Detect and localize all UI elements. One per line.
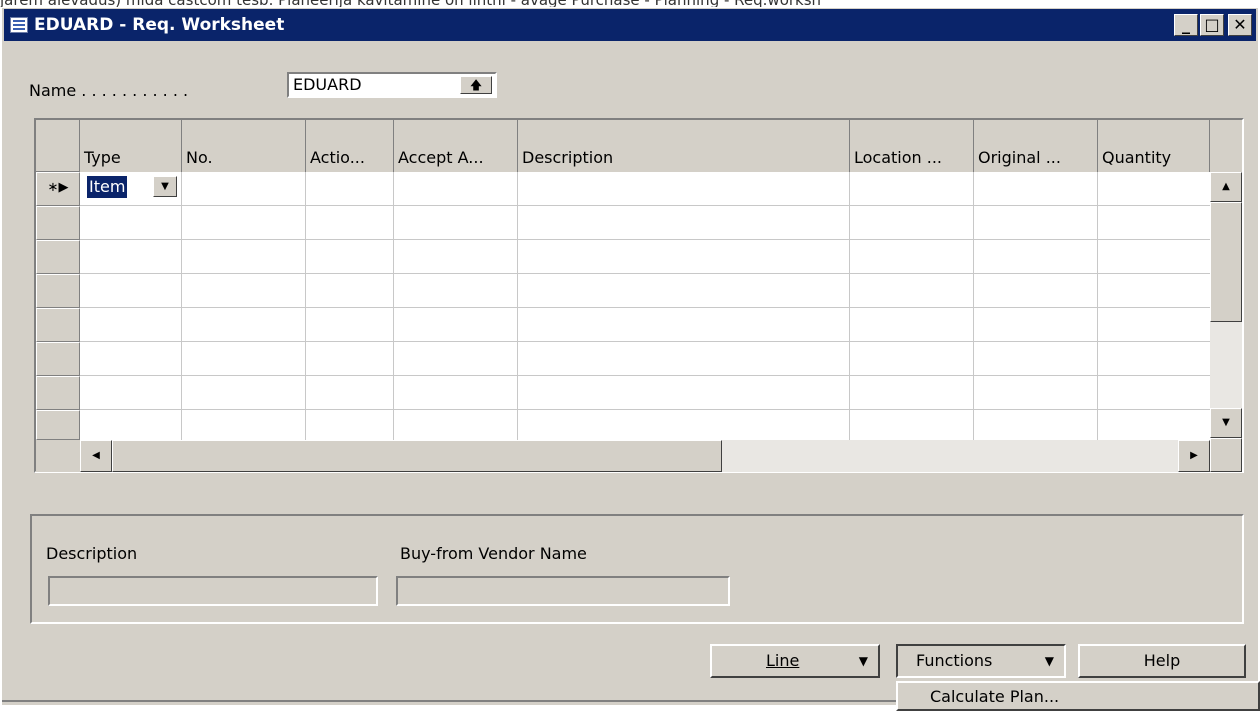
column-header-accept[interactable]: Accept A...	[394, 120, 518, 172]
window-controls: _ □ ✕	[1174, 14, 1252, 36]
worksheet-grid: Type No. Actio... Accept A... Descriptio…	[34, 118, 1244, 473]
column-header-description[interactable]: Description	[518, 120, 850, 172]
name-label: Name . . . . . . . . . . .	[29, 81, 189, 100]
horizontal-scrollbar[interactable]: ◀ ▶	[80, 440, 1210, 472]
status-divider	[2, 700, 898, 702]
column-header-location[interactable]: Location ...	[850, 120, 974, 172]
header-filler	[1210, 120, 1242, 172]
col-sep	[849, 172, 850, 440]
scroll-corner	[1210, 438, 1242, 472]
row-selector[interactable]	[36, 274, 80, 308]
help-button[interactable]: Help	[1078, 644, 1246, 678]
chevron-down-icon: ▼	[858, 654, 868, 668]
window-title: EDUARD - Req. Worksheet	[34, 15, 285, 35]
column-header-type[interactable]: Type	[80, 120, 182, 172]
col-sep	[517, 172, 518, 440]
line-button-label: Line	[766, 651, 800, 670]
scroll-down-icon[interactable]: ▼	[1210, 408, 1242, 438]
minimize-button[interactable]: _	[1174, 14, 1198, 36]
name-field[interactable]: EDUARD 🡅	[287, 72, 497, 98]
vendor-name-label: Buy-from Vendor Name	[400, 544, 587, 563]
header-corner	[36, 120, 80, 172]
chevron-down-icon: ▼	[1044, 654, 1054, 668]
description-field	[48, 576, 378, 606]
grid-body[interactable]	[80, 172, 1210, 440]
scroll-up-icon[interactable]: ▲	[1210, 172, 1242, 202]
column-header-original[interactable]: Original ...	[974, 120, 1098, 172]
chevron-down-icon[interactable]: ▼	[153, 176, 177, 197]
title-bar[interactable]: EDUARD - Req. Worksheet _ □ ✕	[4, 9, 1256, 41]
column-header-no[interactable]: No.	[182, 120, 306, 172]
row-selector[interactable]	[36, 206, 80, 240]
name-field-value: EDUARD	[293, 75, 362, 94]
column-header-action[interactable]: Actio...	[306, 120, 394, 172]
col-sep	[393, 172, 394, 440]
line-button[interactable]: Line ▼	[710, 644, 880, 678]
column-header-quantity[interactable]: Quantity	[1098, 120, 1210, 172]
row-selector[interactable]	[36, 410, 80, 440]
row-selector[interactable]	[36, 376, 80, 410]
up-arrow-icon[interactable]: 🡅	[460, 76, 492, 94]
menu-item-calculate-plan[interactable]: Calculate Plan...	[930, 687, 1059, 706]
close-button[interactable]: ✕	[1228, 14, 1252, 36]
vertical-scroll-thumb[interactable]	[1210, 202, 1242, 322]
vendor-name-field	[396, 576, 730, 606]
col-sep	[305, 172, 306, 440]
col-sep	[973, 172, 974, 440]
worksheet-icon	[10, 17, 28, 33]
row-selector-new[interactable]: ∗▶	[36, 172, 80, 206]
horizontal-scroll-thumb[interactable]	[112, 440, 722, 472]
type-cell[interactable]: Item ▼	[83, 175, 181, 201]
functions-button-label: Functions	[916, 651, 993, 670]
req-worksheet-window: EDUARD - Req. Worksheet _ □ ✕ Name . . .…	[0, 7, 1258, 705]
row-selector[interactable]	[36, 342, 80, 376]
functions-button[interactable]: Functions ▼	[896, 644, 1066, 678]
col-sep	[181, 172, 182, 440]
hscroll-corner	[36, 440, 80, 472]
detail-panel: Description Buy-from Vendor Name	[30, 514, 1244, 624]
row-selector[interactable]	[36, 308, 80, 342]
maximize-button[interactable]: □	[1200, 14, 1224, 36]
row-selector[interactable]	[36, 240, 80, 274]
col-sep	[1097, 172, 1098, 440]
scroll-left-icon[interactable]: ◀	[80, 440, 112, 472]
grid-header: Type No. Actio... Accept A... Descriptio…	[36, 120, 1242, 172]
type-cell-value: Item	[87, 176, 128, 198]
functions-menu: Calculate Plan...	[896, 681, 1260, 711]
vertical-scrollbar[interactable]: ▲ ▼	[1210, 172, 1242, 438]
description-label: Description	[46, 544, 138, 563]
scroll-right-icon[interactable]: ▶	[1178, 440, 1210, 472]
